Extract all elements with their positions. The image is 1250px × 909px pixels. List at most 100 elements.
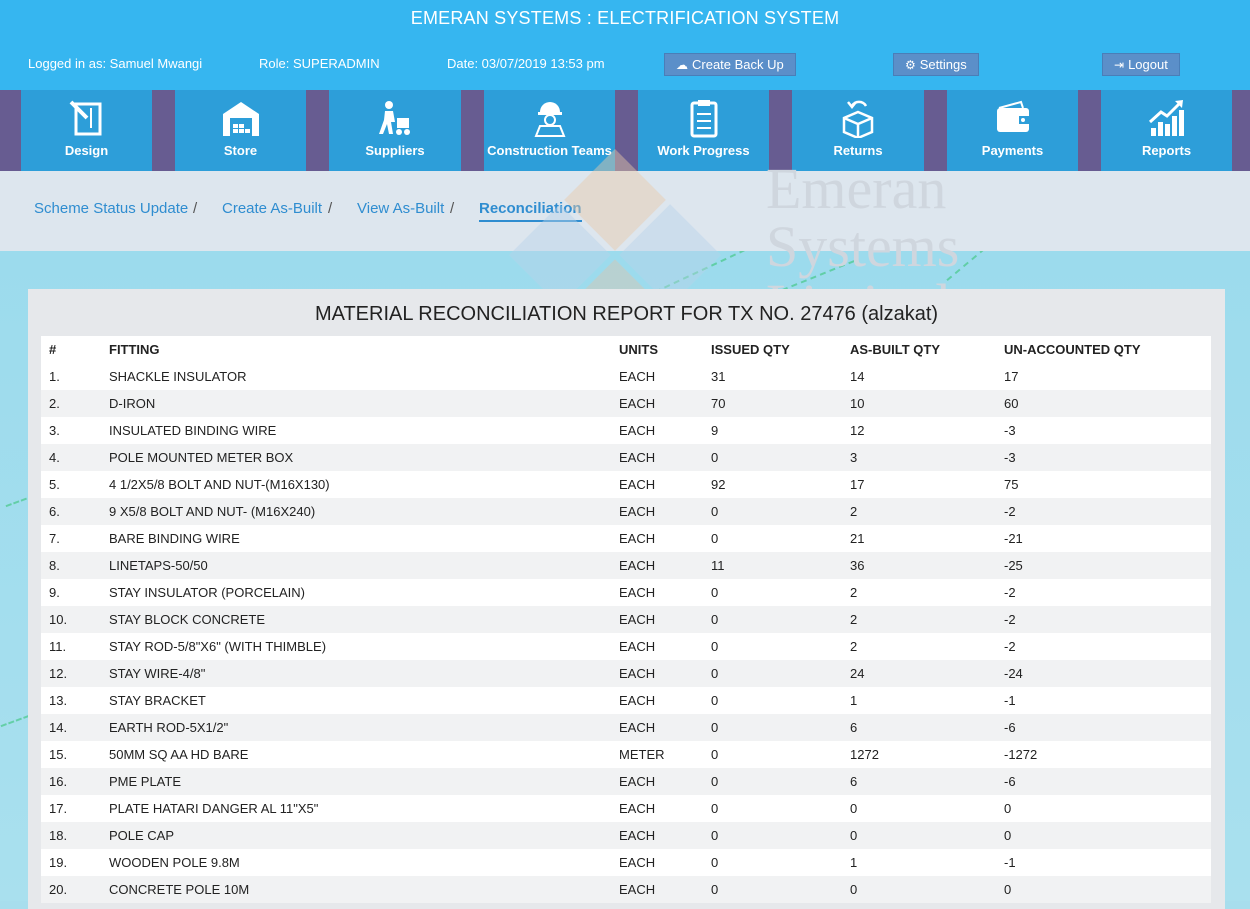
breadcrumb-separator: /	[450, 200, 455, 217]
table-cell: EACH	[611, 390, 703, 417]
table-cell: EACH	[611, 714, 703, 741]
table-cell: 20.	[41, 876, 101, 903]
table-cell: 6.	[41, 498, 101, 525]
table-row: 19. WOODEN POLE 9.8M EACH 0 1 -1	[41, 849, 1211, 876]
table-cell: 36	[842, 552, 996, 579]
table-cell: STAY ROD-5/8"X6" (WITH THIMBLE)	[101, 633, 611, 660]
app-header: EMERAN SYSTEMS : ELECTRIFICATION SYSTEM …	[0, 0, 1250, 90]
table-cell: 9.	[41, 579, 101, 606]
breadcrumb-view-as-built[interactable]: View As-Built	[357, 200, 444, 217]
table-cell: INSULATED BINDING WIRE	[101, 417, 611, 444]
logged-in-user: Logged in as: Samuel Mwangi	[28, 56, 203, 71]
table-cell: EACH	[611, 444, 703, 471]
table-cell: 2	[842, 498, 996, 525]
table-cell: 19.	[41, 849, 101, 876]
nav-design[interactable]: Design	[21, 90, 152, 171]
table-cell: BARE BINDING WIRE	[101, 525, 611, 552]
table-cell: 0	[842, 876, 996, 903]
table-cell: POLE MOUNTED METER BOX	[101, 444, 611, 471]
table-cell: 1	[842, 849, 996, 876]
table-cell: 60	[996, 390, 1211, 417]
table-cell: 6	[842, 768, 996, 795]
table-cell: 0	[842, 795, 996, 822]
table-cell: 0	[703, 606, 842, 633]
table-cell: -1	[996, 849, 1211, 876]
nav-payments-label: Payments	[981, 143, 1044, 158]
table-cell: 50MM SQ AA HD BARE	[101, 741, 611, 768]
nav-returns[interactable]: Returns	[792, 90, 924, 171]
table-cell: 14	[842, 363, 996, 390]
breadcrumb-separator: /	[193, 200, 198, 217]
table-body: 1. SHACKLE INSULATOR EACH 31 14 17 2. D-IRON EAC…	[41, 363, 1211, 903]
table-cell: 1	[842, 687, 996, 714]
table-cell: D-IRON	[101, 390, 611, 417]
table-row: 10. STAY BLOCK CONCRETE EACH 0 2 -2	[41, 606, 1211, 633]
table-cell: EACH	[611, 822, 703, 849]
table-row: 4. POLE MOUNTED METER BOX EACH 0 3 -3	[41, 444, 1211, 471]
table-row: 13. STAY BRACKET EACH 0 1 -1	[41, 687, 1211, 714]
nav-reports-label: Reports	[1141, 143, 1192, 158]
table-cell: LINETAPS-50/50	[101, 552, 611, 579]
table-cell: 0	[703, 714, 842, 741]
table-cell: 1272	[842, 741, 996, 768]
nav-suppliers[interactable]: Suppliers	[329, 90, 461, 171]
table-row: 2. D-IRON EACH 70 10 60	[41, 390, 1211, 417]
table-cell: 2.	[41, 390, 101, 417]
table-row: 12. STAY WIRE-4/8" EACH 0 24 -24	[41, 660, 1211, 687]
breadcrumb-create-as-built[interactable]: Create As-Built	[222, 200, 322, 217]
table-cell: 75	[996, 471, 1211, 498]
settings-button[interactable]: ⚙ Settings	[893, 53, 979, 76]
table-cell: PLATE HATARI DANGER AL 11"X5"	[101, 795, 611, 822]
table-cell: EACH	[611, 579, 703, 606]
table-cell: 31	[703, 363, 842, 390]
current-date: Date: 03/07/2019 13:53 pm	[447, 56, 605, 71]
clipboard-icon	[690, 100, 717, 138]
table-cell: -2	[996, 579, 1211, 606]
breadcrumb-reconciliation[interactable]: Reconciliation	[479, 200, 582, 222]
table-row: 16. PME PLATE EACH 0 6 -6	[41, 768, 1211, 795]
table-cell: 9	[703, 417, 842, 444]
table-cell: 3.	[41, 417, 101, 444]
table-cell: 0	[996, 795, 1211, 822]
table-cell: 24	[842, 660, 996, 687]
table-cell: -25	[996, 552, 1211, 579]
table-cell: 70	[703, 390, 842, 417]
logout-button[interactable]: ⇥ Logout	[1102, 53, 1180, 76]
table-cell: WOODEN POLE 9.8M	[101, 849, 611, 876]
nav-construction-teams[interactable]: Construction Teams	[484, 90, 615, 171]
table-cell: 0	[703, 633, 842, 660]
table-cell: 13.	[41, 687, 101, 714]
table-cell: EACH	[611, 552, 703, 579]
table-cell: 14.	[41, 714, 101, 741]
table-row: 14. EARTH ROD-5X1/2" EACH 0 6 -6	[41, 714, 1211, 741]
table-cell: 8.	[41, 552, 101, 579]
table-cell: -1272	[996, 741, 1211, 768]
table-cell: -24	[996, 660, 1211, 687]
table-cell: -21	[996, 525, 1211, 552]
table-row: 18. POLE CAP EACH 0 0 0	[41, 822, 1211, 849]
table-cell: 2	[842, 606, 996, 633]
table-cell: EARTH ROD-5X1/2"	[101, 714, 611, 741]
table-cell: -2	[996, 498, 1211, 525]
gear-icon: ⚙	[905, 58, 916, 72]
table-row: 15. 50MM SQ AA HD BARE METER 0 1272 -1272	[41, 741, 1211, 768]
nav-payments[interactable]: Payments	[947, 90, 1078, 171]
nav-store[interactable]: Store	[175, 90, 306, 171]
create-backup-button[interactable]: ☁ Create Back Up	[664, 53, 796, 76]
settings-label: Settings	[919, 57, 967, 72]
nav-reports[interactable]: Reports	[1101, 90, 1232, 171]
nav-work-progress[interactable]: Work Progress	[638, 90, 769, 171]
table-cell: 0	[996, 822, 1211, 849]
table-cell: EACH	[611, 876, 703, 903]
breadcrumb-scheme-status-update[interactable]: Scheme Status Update	[34, 200, 188, 217]
table-cell: 9 X5/8 BOLT AND NUT- (M16X240)	[101, 498, 611, 525]
column-header: #	[41, 336, 101, 363]
table-cell: 4.	[41, 444, 101, 471]
reconciliation-table: # FITTING UNITS ISSUED QTY AS-BUILT QTY …	[41, 336, 1211, 903]
table-cell: POLE CAP	[101, 822, 611, 849]
table-row: 9. STAY INSULATOR (PORCELAIN) EACH 0 2 -2	[41, 579, 1211, 606]
table-header-row: # FITTING UNITS ISSUED QTY AS-BUILT QTY …	[41, 336, 1211, 363]
table-row: 17. PLATE HATARI DANGER AL 11"X5" EACH 0 0 0	[41, 795, 1211, 822]
table-cell: -6	[996, 714, 1211, 741]
table-cell: STAY WIRE-4/8"	[101, 660, 611, 687]
